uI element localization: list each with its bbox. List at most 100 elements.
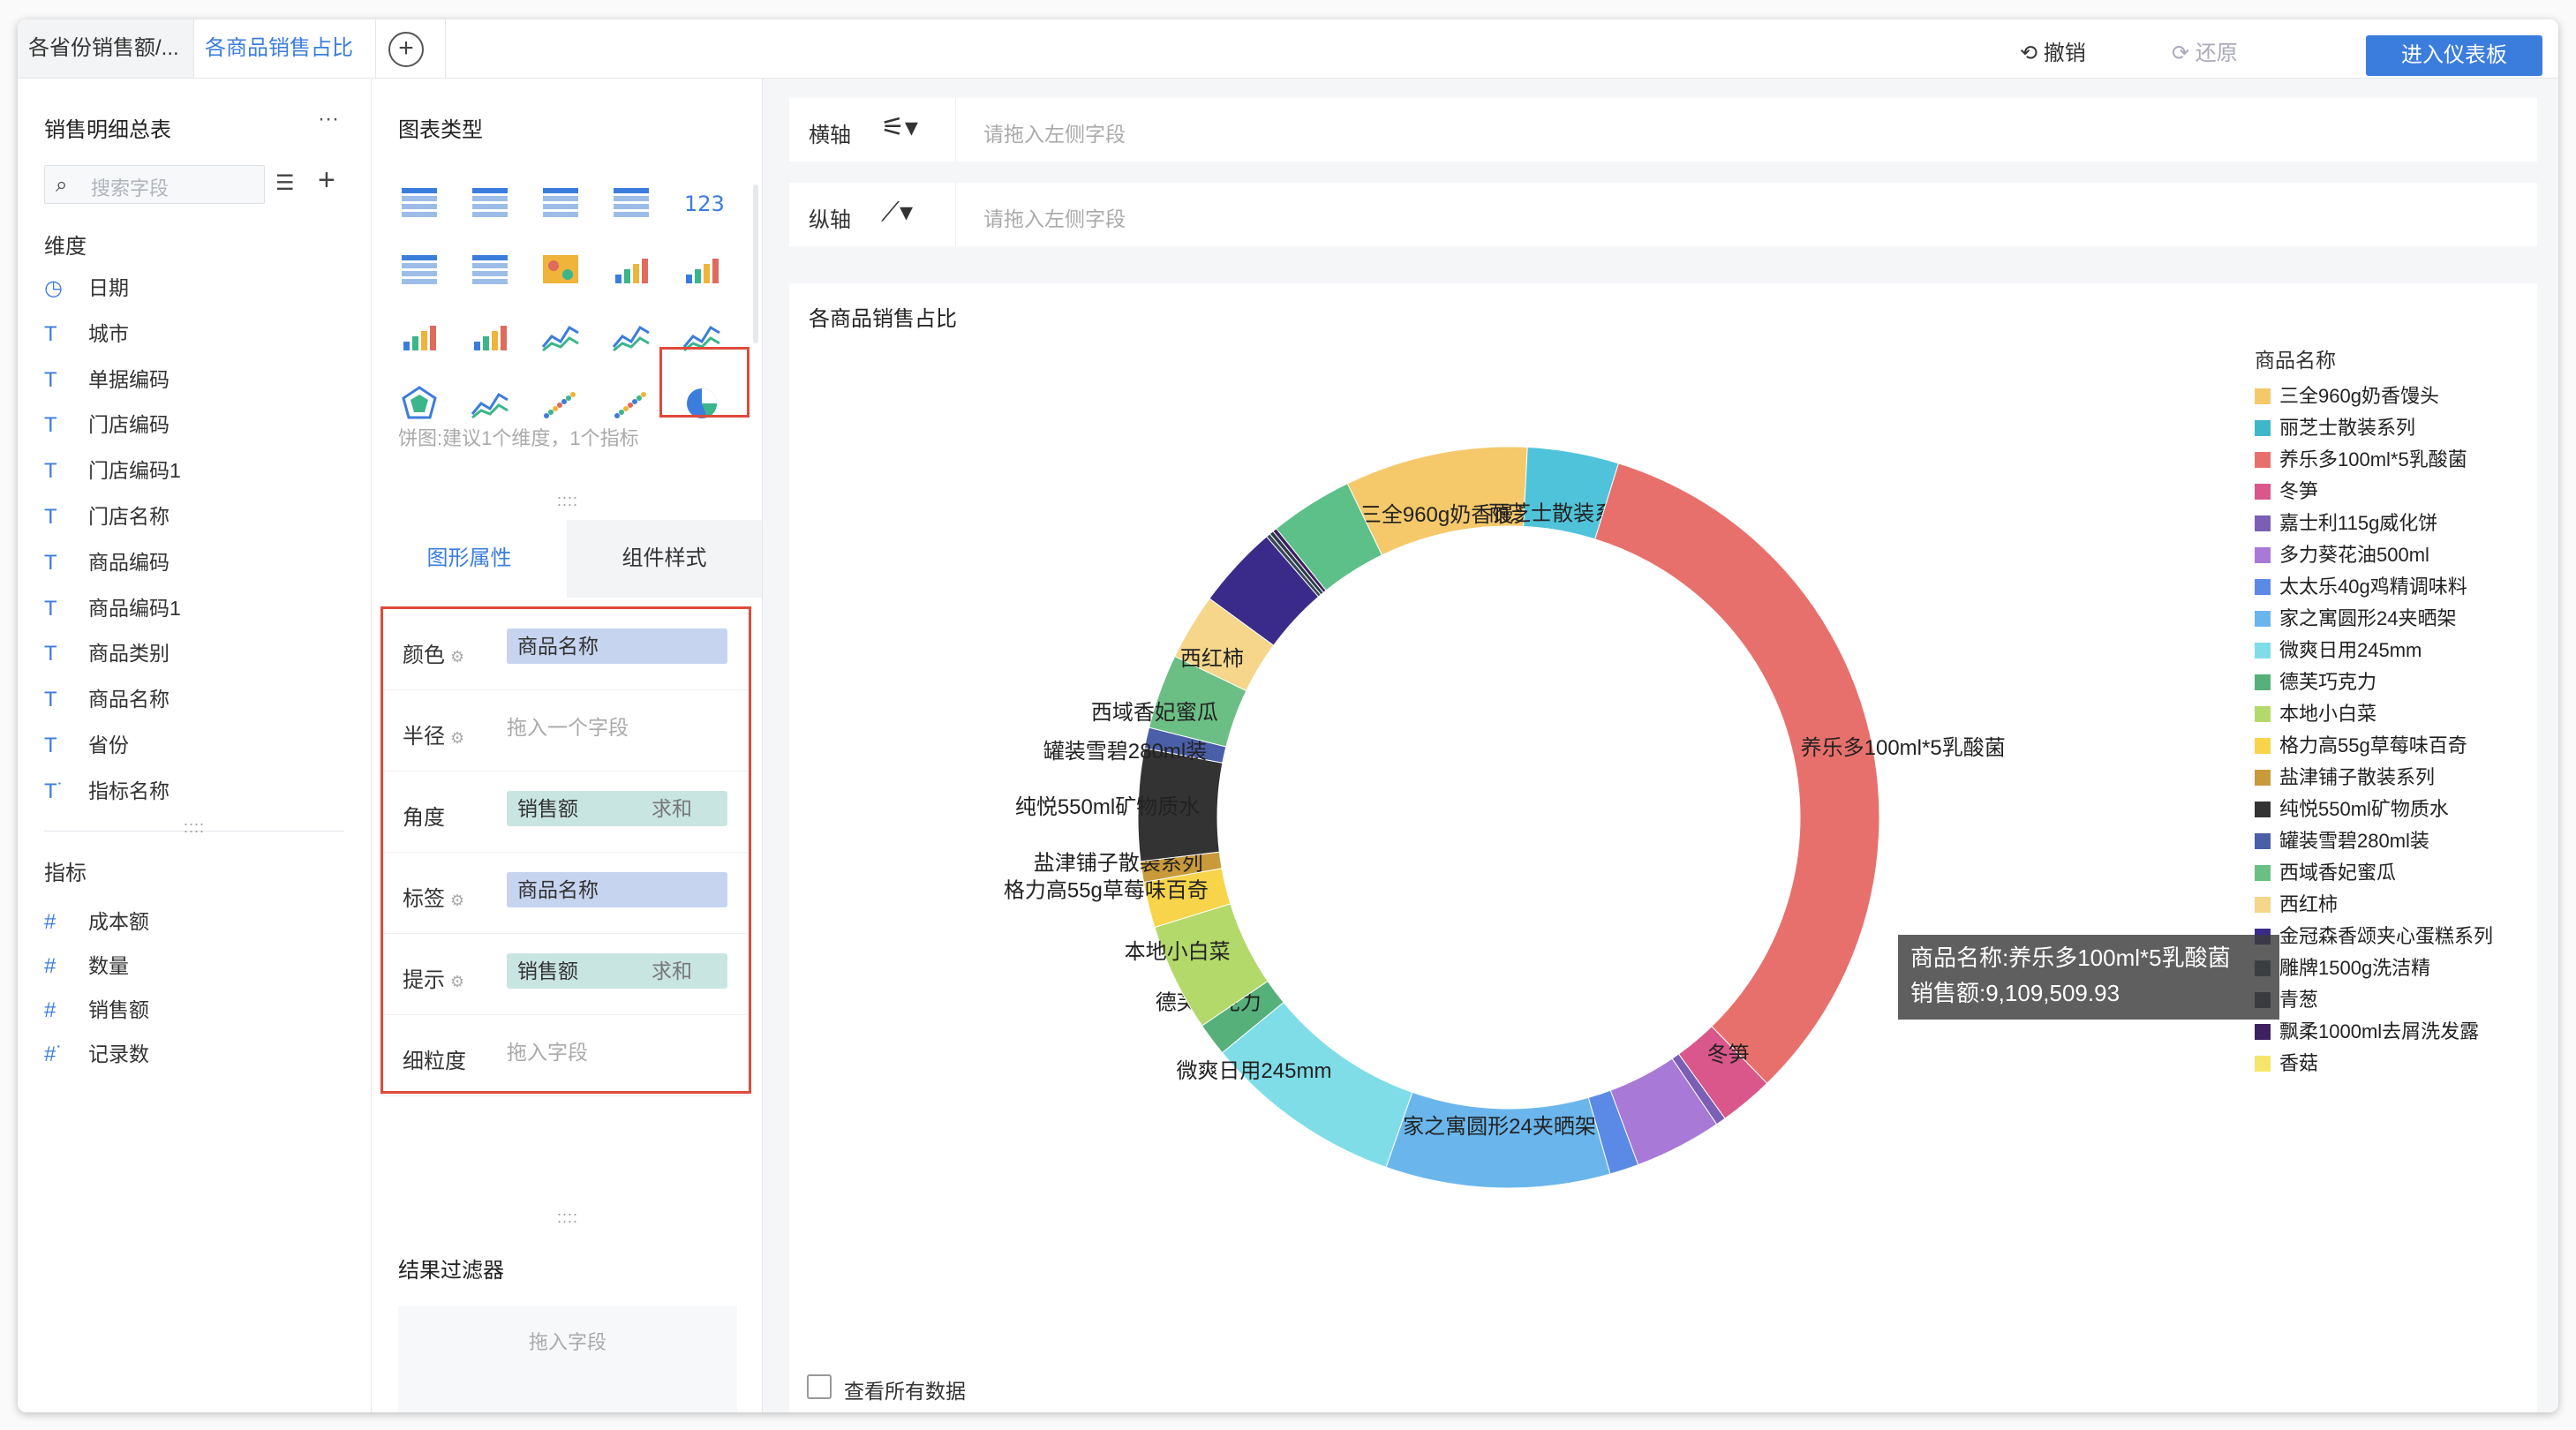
settings-gear-icon[interactable]: ⚙: [450, 973, 464, 990]
legend-label: 雕牌1500g洗洁精: [2279, 957, 2431, 979]
dot-table-icon[interactable]: [469, 250, 511, 289]
clock-icon: ◷: [44, 276, 63, 300]
line-chart-icon[interactable]: [610, 317, 652, 356]
legend-item[interactable]: 微爽日用245mm: [2255, 635, 2493, 666]
dimension-field-item[interactable]: T 商品编码1: [44, 591, 181, 627]
redo-button[interactable]: ⟳ 还原: [2172, 35, 2238, 66]
dimension-field-item[interactable]: T 商品编码: [44, 546, 169, 581]
property-dropzone[interactable]: 拖入一个字段: [507, 710, 727, 745]
legend-item[interactable]: 飘柔1000ml去屑洗发露: [2255, 1016, 2493, 1048]
legend-item[interactable]: 养乐多100ml*5乳酸菌: [2255, 444, 2493, 476]
kpi-grid-icon[interactable]: [610, 183, 652, 222]
number-card-icon[interactable]: 123: [681, 183, 725, 222]
measure-field-item[interactable]: #˙ 记录数: [44, 1037, 149, 1072]
settings-gear-icon[interactable]: ⚙: [450, 648, 464, 666]
radar-icon[interactable]: [398, 384, 441, 423]
legend-item[interactable]: 格力高55g草莓味百奇: [2255, 730, 2493, 762]
settings-gear-icon[interactable]: ⚙: [450, 729, 464, 747]
resize-grip-icon[interactable]: ::::: [557, 492, 578, 510]
legend-item[interactable]: 雕牌1500g洗洁精: [2255, 952, 2493, 984]
text-type-icon: T: [44, 688, 57, 712]
table-icon[interactable]: [398, 183, 441, 222]
add-tab-button[interactable]: +: [388, 32, 424, 67]
y-axis-row[interactable]: 纵轴 ⟋▾ 请拖入左侧字段: [789, 183, 2537, 246]
legend-item[interactable]: 三全960g奶香馒头: [2255, 380, 2493, 412]
aggregation-label[interactable]: 求和: [652, 791, 692, 826]
tab-product-share[interactable]: 各商品销售占比: [194, 19, 376, 78]
tab-component-style[interactable]: 组件样式: [567, 520, 762, 598]
enter-dashboard-button[interactable]: 进入仪表板: [2366, 35, 2542, 76]
cross-table-icon[interactable]: [469, 183, 511, 222]
x-axis-row[interactable]: 横轴 ⚟▾ 请拖入左侧字段: [789, 98, 2537, 162]
y-axis-type-icon[interactable]: ⟋▾: [881, 197, 913, 228]
area-chart-icon[interactable]: [469, 384, 511, 423]
legend-item[interactable]: 青葱: [2255, 984, 2493, 1016]
result-filter-dropzone[interactable]: 拖入字段: [398, 1306, 737, 1412]
number-type-icon: #˙: [44, 1042, 64, 1066]
property-dropzone[interactable]: 拖入字段: [507, 1035, 727, 1070]
legend-item[interactable]: 西红柿: [2255, 889, 2493, 921]
dimension-field-item[interactable]: T 商品名称: [44, 682, 169, 718]
legend-item[interactable]: 本地小白菜: [2255, 698, 2493, 730]
bar-chart-icon[interactable]: [681, 250, 723, 289]
dimension-field-item[interactable]: T 门店编码1: [44, 454, 181, 489]
legend-item[interactable]: 冬笋: [2255, 476, 2493, 508]
legend-item[interactable]: 丽芝士散装系列: [2255, 412, 2493, 444]
undo-button[interactable]: ⟲ 撤销: [2020, 35, 2086, 66]
dimension-field-item[interactable]: T 门店名称: [44, 500, 169, 535]
tab-province-sales[interactable]: 各省份销售额/...: [18, 19, 194, 78]
column-chart-icon[interactable]: [398, 317, 441, 356]
dimension-field-item[interactable]: T 门店编码: [44, 408, 169, 443]
donut-chart[interactable]: 三全960g奶香馒头丽芝士散装系列养乐多100ml*5乳酸菌冬笋家之寓圆形24夹…: [789, 283, 2202, 1343]
resize-grip-icon[interactable]: ::::: [557, 1208, 578, 1227]
heatmap-icon[interactable]: [539, 250, 582, 289]
tab-graphic-properties[interactable]: 图形属性: [372, 520, 567, 598]
color-table-icon[interactable]: [398, 250, 441, 289]
view-all-data-checkbox[interactable]: [807, 1374, 832, 1399]
field-pill[interactable]: 销售额 求和: [507, 791, 727, 826]
pie-slice[interactable]: [1385, 1091, 1611, 1189]
measure-field-item[interactable]: # 销售额: [44, 993, 149, 1028]
field-pill[interactable]: 商品名称: [507, 628, 727, 664]
resize-grip-icon[interactable]: ::::: [184, 818, 205, 837]
legend-item[interactable]: 多力葵花油500ml: [2255, 539, 2493, 571]
detail-table-icon[interactable]: [539, 183, 582, 222]
bubble-icon[interactable]: [610, 384, 652, 423]
sort-icon[interactable]: ☰: [275, 170, 295, 196]
dimension-field-item[interactable]: T 省份: [44, 728, 129, 764]
slice-label: 西红柿: [1180, 647, 1244, 671]
dimension-field-item[interactable]: ◷ 日期: [44, 271, 129, 306]
x-axis-type-icon[interactable]: ⚟▾: [881, 112, 918, 143]
legend-item[interactable]: 西域香妃蜜瓜: [2255, 857, 2493, 889]
dimension-field-item[interactable]: T 单据编码: [44, 363, 169, 398]
dimension-field-item[interactable]: T 城市: [44, 317, 129, 352]
chart-type-scrollbar[interactable]: [753, 184, 758, 343]
search-field[interactable]: ⌕ 搜索字段: [44, 165, 265, 204]
field-label: 成本额: [88, 910, 149, 933]
legend-item[interactable]: 嘉士利115g威化饼: [2255, 508, 2493, 539]
dimension-field-item[interactable]: T 商品类别: [44, 636, 169, 672]
slice-label: 纯悦550ml矿物质水: [1015, 795, 1200, 819]
scatter-icon[interactable]: [539, 384, 582, 423]
legend-item[interactable]: 罐装雪碧280ml装: [2255, 825, 2493, 857]
legend-item[interactable]: 盐津铺子散装系列: [2255, 762, 2493, 794]
legend-item[interactable]: 香菇: [2255, 1048, 2493, 1080]
legend-item[interactable]: 纯悦550ml矿物质水: [2255, 794, 2493, 825]
horizontal-bar-icon[interactable]: [469, 317, 511, 356]
step-chart-icon[interactable]: [539, 317, 582, 356]
dimension-field-item[interactable]: T˙ 指标名称: [44, 774, 169, 809]
legend-item[interactable]: 金冠森香颂夹心蛋糕系列: [2255, 921, 2493, 952]
stacked-bar-icon[interactable]: [610, 250, 652, 289]
legend-item[interactable]: 德芙巧克力: [2255, 666, 2493, 698]
legend-item[interactable]: 家之寓圆形24夹晒架: [2255, 603, 2493, 635]
more-icon[interactable]: ···: [318, 107, 339, 132]
legend-item[interactable]: 太太乐40g鸡精调味料: [2255, 571, 2493, 603]
measure-field-item[interactable]: # 数量: [44, 949, 129, 984]
aggregation-label[interactable]: 求和: [652, 953, 692, 989]
measure-field-item[interactable]: # 成本额: [44, 905, 149, 940]
add-field-icon[interactable]: +: [318, 163, 335, 198]
pie-slice[interactable]: [1594, 463, 1880, 1085]
field-pill[interactable]: 销售额 求和: [507, 953, 727, 989]
field-pill[interactable]: 商品名称: [507, 872, 727, 907]
settings-gear-icon[interactable]: ⚙: [450, 892, 464, 909]
